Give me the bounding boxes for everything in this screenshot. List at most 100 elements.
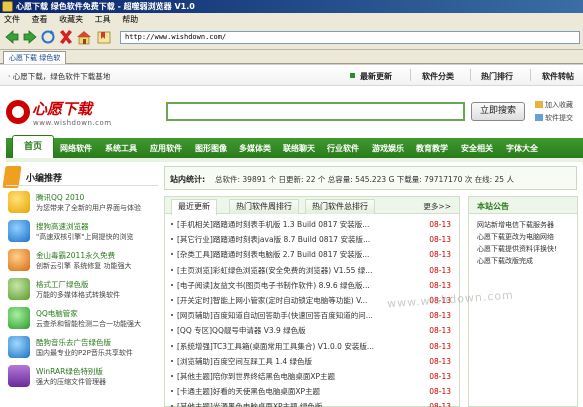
bullet-icon — [171, 253, 173, 256]
search-button[interactable]: 立即搜索 — [471, 102, 525, 121]
star-icon — [535, 101, 543, 108]
tab-weekly-hot[interactable]: 热门软件周排行 — [229, 199, 299, 214]
window-title: 心愿下载 绿色软件免费下载 - 超噬弱浏览器 V1.0 — [16, 2, 195, 11]
site-stats: 站内统计: 总软件: 39891 个 日更新: 22 个 总容量: 545.22… — [164, 166, 577, 190]
address-bar[interactable]: http://www.wishdown.com/ — [120, 31, 580, 44]
stats-label: 站内统计: — [170, 175, 206, 184]
nav-games[interactable]: 游戏娱乐 — [372, 143, 404, 154]
pick-item[interactable]: 搜狗高速浏览器 "高速双核引擎"上网提快的浏览 — [6, 217, 158, 246]
menu-tools[interactable]: 工具 — [95, 15, 111, 24]
row-title: [卡通主题]好看的天使黑色电脑桌面XP主题 — [177, 387, 321, 397]
menu-view[interactable]: 查看 — [32, 15, 48, 24]
divider — [410, 69, 411, 81]
search-input[interactable] — [166, 102, 465, 121]
row-date: 08-13 — [429, 235, 451, 245]
submit-software-link[interactable]: 软件提交 — [535, 113, 573, 123]
menu-help[interactable]: 帮助 — [122, 15, 138, 24]
format-factory-icon — [8, 278, 30, 300]
table-row[interactable]: [网页辅助]百度知道自动回答助手(快速回答百度知道的问... 08-13 — [171, 308, 453, 323]
table-row[interactable]: [手机相关]踏踏通时刻表手机版 1.3 Build 0817 安装版... 08-… — [171, 217, 453, 232]
tab-latest[interactable]: 最近更新 — [171, 199, 217, 215]
divider — [6, 185, 158, 186]
qq-icon — [8, 191, 30, 213]
menu-file[interactable]: 文件 — [4, 15, 20, 24]
pick-item[interactable]: 酷狗音乐去广告绿色版 国内最专业的P2P音乐共享软件 — [6, 333, 158, 362]
table-row[interactable]: [其他主题]光源黑色电脑桌面XP主题 绿色版 08-13 — [171, 399, 453, 407]
topnav-repost[interactable]: 软件转帖 — [542, 71, 574, 82]
row-title: [主页浏览]彩虹绿色浏览器(安全免费的浏览器) V1.55 绿... — [177, 265, 373, 275]
pick-item[interactable]: 腾讯QQ 2010 为您带来了全新的用户界面与体验 — [6, 188, 158, 217]
stop-icon[interactable] — [58, 29, 74, 45]
favorites-icon[interactable] — [96, 29, 112, 45]
row-title: [其它行业]踏踏通时刻表java版 8.7 Build 0817 安装版... — [177, 235, 371, 245]
nav-industry[interactable]: 行业软件 — [327, 143, 359, 154]
menu-favorites[interactable]: 收藏夹 — [59, 15, 83, 24]
table-row[interactable]: [卡通主题]好看的天使黑色电脑桌面XP主题 08-13 — [171, 384, 453, 399]
notice-item[interactable]: 心愿下载提供资料评换快! — [477, 243, 577, 255]
pick-item[interactable]: QQ电脑管家 云查杀和智能检测二合一功能强大 — [6, 304, 158, 333]
row-date: 08-13 — [429, 356, 451, 366]
bullet-icon — [171, 329, 173, 332]
table-row[interactable]: [主页浏览]彩虹绿色浏览器(安全免费的浏览器) V1.55 绿... 08-13 — [171, 263, 453, 278]
table-row[interactable]: [其它行业]踏踏通时刻表java版 8.7 Build 0817 安装版... 0… — [171, 232, 453, 247]
logo-name: 心愿下载 — [32, 100, 93, 118]
table-row[interactable]: [QQ 专区]QQ靓号申请器 V3.9 绿色版 08-13 — [171, 323, 453, 338]
nav-graphics[interactable]: 图形图像 — [195, 143, 227, 154]
browser-tab[interactable]: 心愿下载 绿色软 — [3, 51, 67, 64]
nav-system[interactable]: 系统工具 — [105, 143, 137, 154]
sogou-browser-icon — [8, 220, 30, 242]
row-title: [系统增强]TC3工具箱(桌面常用工具集合) V1.0.0 安装版... — [177, 341, 374, 351]
table-row[interactable]: [杂类工具]踏踏通时刻表电脑版 2.7 Build 0817 安装版... 08-… — [171, 247, 453, 262]
nav-home[interactable]: 首页 — [12, 135, 54, 158]
more-link[interactable]: 更多>> — [423, 201, 451, 212]
table-row[interactable]: [浏览辅助]百度空间互踩工具 1.4 绿色版 08-13 — [171, 354, 453, 369]
forward-arrow-icon[interactable] — [22, 29, 38, 45]
nav-multimedia[interactable]: 多媒体类 — [239, 143, 271, 154]
table-row[interactable]: [电子阅读]友益文书(图页电子书制作软件) 8.9.6 绿色版... 08-13 — [171, 278, 453, 293]
notice-item[interactable]: 心愿下载改版完成 — [477, 255, 577, 267]
bullet-icon — [171, 344, 173, 347]
refresh-icon[interactable] — [40, 29, 56, 45]
bullet-icon — [171, 238, 173, 241]
kingsoft-antivirus-icon — [8, 249, 30, 271]
row-date: 08-13 — [429, 220, 451, 229]
table-row[interactable]: [其他主题]陪你到世界终结黑色电脑桌面XP主题 08-13 — [171, 369, 453, 384]
nav-education[interactable]: 教育教学 — [416, 143, 448, 154]
nav-apps[interactable]: 应用软件 — [150, 143, 182, 154]
nav-security[interactable]: 安全相关 — [461, 143, 493, 154]
divider — [530, 69, 531, 81]
topnav-latest[interactable]: 最新更新 — [360, 71, 392, 82]
topnav-ranking[interactable]: 热门排行 — [481, 71, 513, 82]
bullet-icon — [171, 268, 173, 271]
back-arrow-icon[interactable] — [4, 29, 20, 45]
add-favorite-link[interactable]: 加入收藏 — [535, 100, 573, 110]
nav-underline — [6, 158, 583, 162]
row-title: [电子阅读]友益文书(图页电子书制作软件) 8.9.6 绿色版... — [177, 280, 370, 290]
tab-overall-hot[interactable]: 热门软件总排行 — [305, 199, 375, 214]
latest-icon — [350, 73, 355, 78]
notice-item[interactable]: 网站新增电信下载服务器 — [477, 219, 577, 231]
topnav-categories[interactable]: 软件分类 — [422, 71, 454, 82]
upload-icon — [535, 114, 543, 121]
software-rows: [手机相关]踏踏通时刻表手机版 1.3 Build 0817 安装版... 08-… — [171, 217, 453, 407]
row-title: [其他主题]光源黑色电脑桌面XP主题 绿色版 — [177, 402, 323, 407]
home-icon[interactable] — [76, 29, 92, 45]
main-nav: 首页 网络软件 系统工具 应用软件 图形图像 多媒体类 联络聊天 行业软件 游戏… — [6, 135, 583, 158]
pick-item[interactable]: 金山毒霸2011永久免费 创新云引擎 系统修复 功能强大 — [6, 246, 158, 275]
row-date: 08-13 — [429, 387, 451, 397]
divider — [470, 69, 471, 81]
row-date: 08-13 — [429, 265, 451, 275]
pick-item[interactable]: 格式工厂绿色版 万能的多媒体格式转换软件 — [6, 275, 158, 304]
nav-network[interactable]: 网络软件 — [60, 143, 92, 154]
row-date: 08-13 — [429, 341, 451, 351]
winrar-icon — [8, 365, 30, 387]
row-title: [网页辅助]百度知道自动回答助手(快速回答百度知道的问... — [177, 311, 373, 321]
row-title: [其他主题]陪你到世界终结黑色电脑桌面XP主题 — [177, 371, 336, 381]
bullet-icon — [171, 359, 173, 362]
site-logo[interactable]: 心愿下载 www.wishdown.com — [6, 94, 134, 138]
notice-item[interactable]: 心愿下载更改为电脑网络 — [477, 231, 577, 243]
table-row[interactable]: [系统增强]TC3工具箱(桌面常用工具集合) V1.0.0 安装版... 08-1… — [171, 339, 453, 354]
nav-fonts[interactable]: 字体大全 — [506, 143, 538, 154]
nav-chat[interactable]: 联络聊天 — [283, 143, 315, 154]
pick-item[interactable]: WinRAR绿色特别版 强大的压缩文件管理器 — [6, 362, 158, 391]
